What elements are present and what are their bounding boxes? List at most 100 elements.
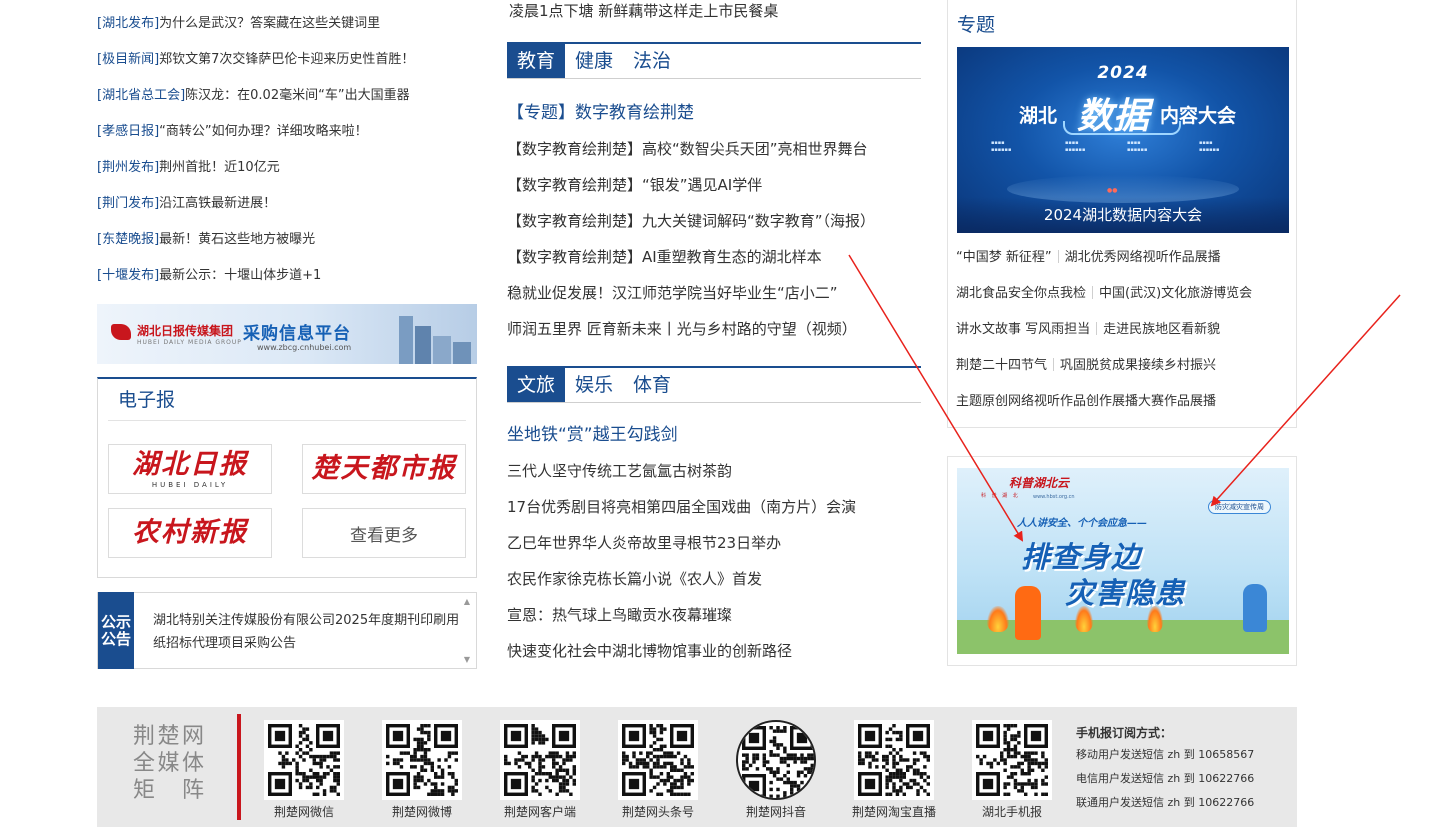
topics-panel: 专题 2024 湖北 数据 内容大会 ▪▪▪▪ ▪▪▪▪▪▪ ▪▪▪▪ ▪▪▪▪▪▪… bbox=[947, 0, 1297, 428]
building-icon bbox=[433, 336, 451, 364]
list-item[interactable]: 稳就业促发展！汉江师范学院当好毕业生“店小二” bbox=[507, 275, 921, 311]
media-matrix-footer: 荆楚网 全媒体 矩 阵 荆楚网微信 荆楚网微博 荆楚网客户端 荆楚网头条号 荆楚… bbox=[97, 707, 1297, 827]
news-title[interactable]: 陈汉龙：在0.02毫米间“车”出大国重器 bbox=[185, 88, 409, 103]
list-item[interactable]: 快速变化社会中湖北博物馆事业的创新路径 bbox=[507, 633, 921, 669]
view-more-button[interactable]: 查看更多 bbox=[302, 508, 466, 558]
organizer-seal-icon: ●● bbox=[1107, 187, 1118, 194]
qr-code-icon bbox=[500, 720, 580, 800]
news-source[interactable]: [十堰发布] bbox=[97, 268, 159, 283]
qr-wechat[interactable]: 荆楚网微信 bbox=[254, 720, 354, 820]
news-source[interactable]: [湖北发布] bbox=[97, 16, 159, 31]
qr-mobile-paper[interactable]: 湖北手机报 bbox=[962, 720, 1062, 820]
topic-link[interactable]: 讲水文故事 写风雨担当 bbox=[956, 322, 1090, 337]
list-item[interactable]: [十堰发布]最新公示：十堰山体步道+1 bbox=[97, 265, 477, 301]
matrix-brand-line: 矩 阵 bbox=[133, 778, 205, 803]
list-item[interactable]: [孝感日报]“商转公”如何办理？详细攻略来啦！ bbox=[97, 121, 477, 157]
banner-decoration: ▪▪▪▪ ▪▪▪▪▪▪ bbox=[1065, 140, 1086, 153]
list-item[interactable]: 【数字教育绘荆楚】AI重塑教育生态的湖北样本 bbox=[507, 239, 921, 275]
qr-code-icon bbox=[854, 720, 934, 800]
tab-culture-tourism[interactable]: 文旅 bbox=[507, 368, 566, 402]
procurement-platform-banner[interactable]: 湖北日报传媒集团 HUBEI DAILY MEDIA GROUP 采购信息平台 … bbox=[97, 304, 477, 364]
list-item[interactable]: [湖北发布]为什么是武汉？答案藏在这些关键词里 bbox=[97, 13, 477, 49]
tab-entertainment[interactable]: 娱乐 bbox=[565, 368, 623, 402]
list-item[interactable]: 宣恩：热气球上鸟瞰贡水夜幕璀璨 bbox=[507, 597, 921, 633]
qr-label: 荆楚网微信 bbox=[273, 805, 334, 819]
qr-weibo[interactable]: 荆楚网微博 bbox=[372, 720, 472, 820]
building-icon bbox=[415, 326, 431, 364]
notice-link[interactable]: 湖北特别关注传媒股份有限公司2025年度期刊印刷用纸招标代理项目采购公告 bbox=[153, 609, 463, 655]
notice-tag-line: 公告 bbox=[100, 629, 131, 648]
news-source[interactable]: [极目新闻] bbox=[97, 52, 159, 67]
list-item[interactable]: [荆门发布]沿江高铁最新进展！ bbox=[97, 193, 477, 229]
paper-chutian-metropolis[interactable]: 楚天都市报 bbox=[302, 444, 466, 494]
top-news-link[interactable]: 凌晨1点下塘 新鲜藕带这样走上市民餐桌 bbox=[509, 0, 778, 21]
banner-decoration: ▪▪▪▪ ▪▪▪▪▪▪ bbox=[1199, 140, 1220, 153]
news-source[interactable]: [孝感日报] bbox=[97, 124, 159, 139]
topic-link[interactable]: 湖北优秀网络视听作品展播 bbox=[1065, 250, 1221, 265]
qr-app[interactable]: 荆楚网客户端 bbox=[490, 720, 590, 820]
tab-education[interactable]: 教育 bbox=[507, 44, 566, 78]
culture-news-list: 坐地铁“赏”越王勾践剑 三代人坚守传统工艺氤氲古树茶韵 17台优秀剧目将亮相第四… bbox=[507, 417, 921, 669]
list-item[interactable]: 乙巳年世界华人炎帝故里寻根节23日举办 bbox=[507, 525, 921, 561]
list-item[interactable]: 三代人坚守传统工艺氤氲古树茶韵 bbox=[507, 453, 921, 489]
tab-law[interactable]: 法治 bbox=[623, 44, 681, 78]
news-title[interactable]: “商转公”如何办理？详细攻略来啦！ bbox=[159, 124, 367, 139]
tab-sports[interactable]: 体育 bbox=[623, 368, 681, 402]
tab-health[interactable]: 健康 bbox=[565, 44, 623, 78]
topics-title: 专题 bbox=[957, 14, 996, 36]
paper-hubei-daily[interactable]: 湖北日报 HUBEI DAILY bbox=[108, 444, 272, 494]
scroll-down-icon[interactable]: ▼ bbox=[464, 655, 470, 664]
topic-link[interactable]: 荆楚二十四节气 bbox=[956, 358, 1047, 373]
news-source[interactable]: [荆州发布] bbox=[97, 160, 159, 175]
qr-douyin[interactable]: 荆楚网抖音 bbox=[726, 720, 826, 820]
topic-row: 荆楚二十四节气 巩固脱贫成果接续乡村振兴 bbox=[956, 348, 1296, 384]
news-title[interactable]: 沿江高铁最新进展！ bbox=[159, 196, 276, 211]
list-item[interactable]: 农民作家徐克栋长篇小说《农人》首发 bbox=[507, 561, 921, 597]
disaster-prevention-banner[interactable]: 科普湖北云 科 普 湖 北 www.hbst.org.cn 防灾减灾宣传周 人人… bbox=[957, 468, 1289, 654]
paper-rural-news[interactable]: 农村新报 bbox=[108, 508, 272, 558]
banner-brand-en: HUBEI DAILY MEDIA GROUP bbox=[137, 339, 242, 346]
list-item[interactable]: 【数字教育绘荆楚】九大关键词解码“数字教育”（海报） bbox=[507, 203, 921, 239]
banner-year: 2024 bbox=[1097, 63, 1149, 83]
list-item[interactable]: 【数字教育绘荆楚】高校“数智尖兵天团”亮相世界舞台 bbox=[507, 131, 921, 167]
news-title[interactable]: 最新！黄石这些地方被曝光 bbox=[159, 232, 315, 247]
news-source[interactable]: [湖北省总工会] bbox=[97, 88, 185, 103]
qr-code-icon bbox=[736, 720, 816, 800]
data-conference-banner[interactable]: 2024 湖北 数据 内容大会 ▪▪▪▪ ▪▪▪▪▪▪ ▪▪▪▪ ▪▪▪▪▪▪ ▪▪… bbox=[957, 47, 1289, 233]
news-source[interactable]: [荆门发布] bbox=[97, 196, 159, 211]
news-title[interactable]: 为什么是武汉？答案藏在这些关键词里 bbox=[159, 16, 380, 31]
banner-brand: 湖北日报传媒集团 bbox=[137, 324, 234, 338]
matrix-brand-line: 荆楚网 bbox=[133, 724, 205, 749]
matrix-brand: 荆楚网 全媒体 矩 阵 bbox=[133, 723, 205, 804]
list-item[interactable]: 【数字教育绘荆楚】“银发”遇见AI学伴 bbox=[507, 167, 921, 203]
qr-taobao-live[interactable]: 荆楚网淘宝直播 bbox=[844, 720, 944, 820]
news-title[interactable]: 郑钦文第7次交锋萨巴伦卡迎来历史性首胜！ bbox=[159, 52, 414, 67]
list-item[interactable]: [极目新闻]郑钦文第7次交锋萨巴伦卡迎来历史性首胜！ bbox=[97, 49, 477, 85]
news-source[interactable]: [东楚晚报] bbox=[97, 232, 159, 247]
qr-toutiao[interactable]: 荆楚网头条号 bbox=[608, 720, 708, 820]
scroll-up-icon[interactable]: ▲ bbox=[464, 597, 470, 606]
topic-link[interactable]: “中国梦 新征程” bbox=[956, 250, 1052, 265]
topic-link[interactable]: 主题原创网络视听作品创作展播大赛作品展播 bbox=[956, 394, 1216, 409]
list-item[interactable]: [湖北省总工会]陈汉龙：在0.02毫米间“车”出大国重器 bbox=[97, 85, 477, 121]
banner-url: www.hbst.org.cn bbox=[1033, 494, 1075, 500]
paper-logo: 湖北日报 bbox=[132, 449, 248, 480]
topic-link[interactable]: 中国(武汉)文化旅游博览会 bbox=[1099, 286, 1252, 301]
list-item[interactable]: 17台优秀剧目将亮相第四届全国戏曲（南方片）会演 bbox=[507, 489, 921, 525]
banner-decoration: ▪▪▪▪ ▪▪▪▪▪▪ bbox=[1127, 140, 1148, 153]
list-item[interactable]: 坐地铁“赏”越王勾践剑 bbox=[507, 417, 921, 453]
news-title[interactable]: 最新公示：十堰山体步道+1 bbox=[159, 268, 321, 283]
subscription-line: 联通用户发送短信 zh 到 10622766 bbox=[1076, 796, 1255, 809]
list-item[interactable]: [荆州发布]荆州首批！近10亿元 bbox=[97, 157, 477, 193]
topic-row: “中国梦 新征程” 湖北优秀网络视听作品展播 bbox=[956, 240, 1296, 276]
topic-row: 讲水文故事 写风雨担当 走进民族地区看新貌 bbox=[956, 312, 1296, 348]
topic-link[interactable]: 湖北食品安全你点我检 bbox=[956, 286, 1086, 301]
list-item[interactable]: 师润五里界 匠育新未来丨光与乡村路的守望（视频） bbox=[507, 311, 921, 347]
topic-row: 主题原创网络视听作品创作展播大赛作品展播 bbox=[956, 384, 1296, 420]
news-title[interactable]: 荆州首批！近10亿元 bbox=[159, 160, 280, 175]
list-item[interactable]: [东楚晚报]最新！黄石这些地方被曝光 bbox=[97, 229, 477, 265]
list-item[interactable]: 【专题】数字教育绘荆楚 bbox=[507, 95, 921, 131]
fire-icon bbox=[987, 606, 1009, 632]
topic-link[interactable]: 走进民族地区看新貌 bbox=[1103, 322, 1220, 337]
topic-link[interactable]: 巩固脱贫成果接续乡村振兴 bbox=[1060, 358, 1216, 373]
